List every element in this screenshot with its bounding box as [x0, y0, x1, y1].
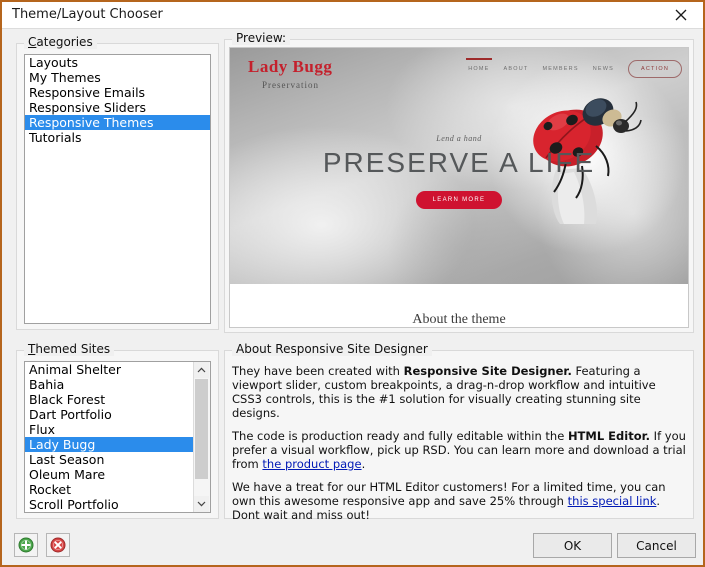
nav-item-members[interactable]: MEMBERS	[542, 64, 578, 74]
add-circle-icon	[18, 537, 34, 553]
scroll-up-icon[interactable]	[194, 362, 209, 378]
list-item-selected[interactable]: Responsive Themes	[25, 115, 210, 130]
list-item[interactable]: Scroll Portfolio	[25, 497, 194, 512]
list-item[interactable]: Responsive Emails	[25, 85, 210, 100]
hero-title: PRESERVE A LIFE	[322, 147, 596, 178]
preview-hero: Lady Bugg Preservation HOME ABOUT MEMBER…	[230, 48, 688, 284]
list-item[interactable]: Animal Shelter	[25, 362, 194, 377]
list-item[interactable]: Dart Portfolio	[25, 407, 194, 422]
preview-group: Preview: Lady Bugg Preservation HOME ABO…	[224, 31, 694, 333]
nav-item-about[interactable]: ABOUT	[504, 64, 529, 74]
nav-item-news[interactable]: NEWS	[593, 64, 614, 74]
about-label: About Responsive Site Designer	[232, 342, 432, 356]
hero-content: Lend a hand PRESERVE A LIFE LEARN MORE	[230, 134, 688, 209]
list-item[interactable]: My Themes	[25, 70, 210, 85]
themed-sites-scrollbar[interactable]	[193, 362, 210, 512]
about-emphasis: HTML Editor.	[567, 429, 651, 443]
about-text: .	[361, 457, 366, 471]
categories-listbox[interactable]: Layouts My Themes Responsive Emails Resp…	[24, 54, 211, 324]
site-brand: Lady Bugg Preservation	[248, 57, 333, 90]
window-title: Theme/Layout Chooser	[12, 7, 163, 22]
list-item[interactable]: Bahia	[25, 377, 194, 392]
ok-button[interactable]: OK	[533, 533, 612, 558]
brand-subtitle: Preservation	[262, 79, 319, 90]
dialog-window: Theme/Layout Chooser Categories Layouts …	[0, 0, 705, 567]
list-item[interactable]: Oleum Mare	[25, 467, 194, 482]
title-bar: Theme/Layout Chooser	[2, 2, 703, 29]
brand-name: Lady Bugg	[248, 57, 333, 76]
categories-label: Categories	[24, 35, 97, 49]
theme-preview[interactable]: Lady Bugg Preservation HOME ABOUT MEMBER…	[229, 47, 689, 328]
list-item[interactable]: Layouts	[25, 55, 210, 70]
about-paragraph-3: We have a treat for our HTML Editor cust…	[232, 480, 686, 522]
about-emphasis: Responsive Site Designer.	[403, 364, 572, 378]
scroll-thumb[interactable]	[195, 379, 208, 479]
nav-action-button[interactable]: ACTION	[628, 60, 682, 78]
scroll-down-icon[interactable]	[194, 496, 209, 512]
about-text-pane: They have been created with Responsive S…	[232, 364, 686, 522]
list-item[interactable]: Flux	[25, 422, 194, 437]
special-link[interactable]: this special link	[568, 494, 657, 508]
nav-item-home[interactable]: HOME	[466, 58, 492, 74]
list-item[interactable]: Tea Time	[25, 512, 194, 513]
site-navigation: HOME ABOUT MEMBERS NEWS ACTION	[466, 58, 682, 78]
preview-section-heading: About the theme	[412, 312, 506, 327]
add-theme-button[interactable]	[14, 533, 38, 557]
about-paragraph-2: The code is production ready and fully e…	[232, 429, 686, 471]
list-item[interactable]: Black Forest	[25, 392, 194, 407]
about-text: The code is production ready and fully e…	[232, 429, 568, 443]
preview-below-fold: About the theme	[230, 284, 688, 327]
list-item[interactable]: Rocket	[25, 482, 194, 497]
delete-theme-button[interactable]	[46, 533, 70, 557]
list-item[interactable]: Tutorials	[25, 130, 210, 145]
product-page-link[interactable]: the product page	[262, 457, 361, 471]
delete-circle-icon	[50, 537, 66, 553]
themed-sites-listbox[interactable]: Animal Shelter Bahia Black Forest Dart P…	[24, 361, 211, 513]
about-text: They have been created with	[232, 364, 404, 378]
close-icon[interactable]	[659, 2, 703, 27]
categories-group: Categories Layouts My Themes Responsive …	[16, 35, 219, 330]
themed-sites-group: Themed Sites Animal Shelter Bahia Black …	[16, 342, 219, 519]
hero-learn-more-button[interactable]: LEARN MORE	[415, 191, 503, 209]
about-paragraph-1: They have been created with Responsive S…	[232, 364, 686, 420]
hero-kicker: Lend a hand	[436, 134, 482, 143]
cancel-button[interactable]: Cancel	[617, 533, 696, 558]
themed-sites-label: Themed Sites	[24, 342, 115, 356]
list-item[interactable]: Responsive Sliders	[25, 100, 210, 115]
list-item-selected[interactable]: Lady Bugg	[25, 437, 194, 452]
about-group: About Responsive Site Designer They have…	[224, 342, 694, 522]
list-item[interactable]: Last Season	[25, 452, 194, 467]
preview-label: Preview:	[232, 31, 291, 45]
